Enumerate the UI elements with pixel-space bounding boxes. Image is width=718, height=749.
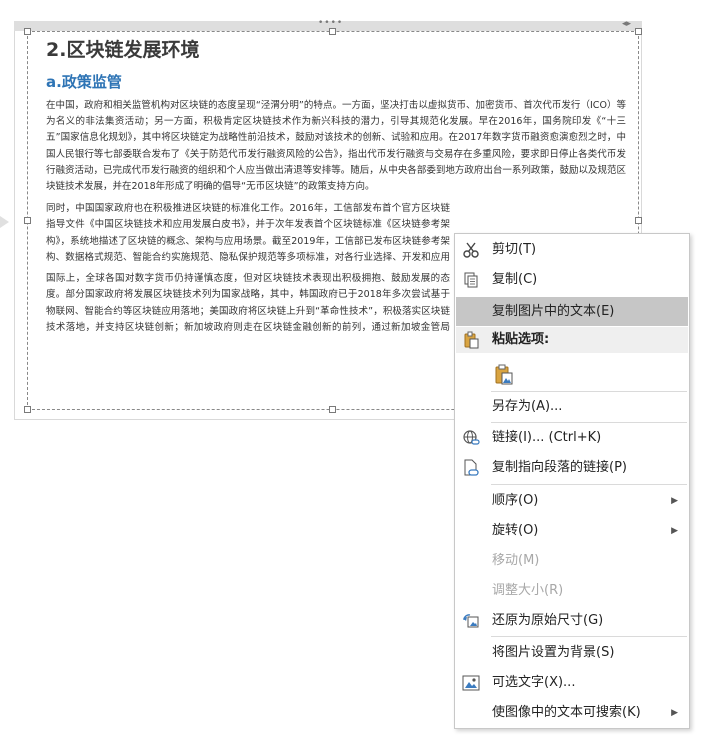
paragraph: 国际上，全球各国对数字货币仍持谨慎态度，但对区块链技术表现出积极拥抱、鼓励发展的…	[46, 273, 450, 333]
menu-item-label: 链接(I)... (Ctrl+K)	[492, 430, 602, 445]
menu-separator	[491, 422, 687, 423]
paragraph-link-icon	[462, 459, 480, 477]
menu-item-cut[interactable]: 剪切(T)	[456, 237, 688, 263]
paragraph: 在中国，政府和相关监管机构对区块链的态度呈现“泾渭分明”的特点。一方面，坚决打击…	[46, 100, 626, 193]
context-menu: 剪切(T) 复制(C) 复制图片中的文本(E) 粘贴选项: 另存为(A)... …	[454, 233, 690, 729]
scissors-icon	[462, 241, 480, 259]
menu-item-make-text-searchable[interactable]: 使图像中的文本可搜索(K) ▶	[456, 700, 688, 726]
menu-item-label: 移动(M)	[492, 553, 540, 568]
menu-separator	[491, 391, 687, 392]
submenu-arrow-icon: ▶	[671, 496, 678, 506]
resize-handle-top-right[interactable]	[635, 28, 642, 35]
menu-item-link[interactable]: 链接(I)... (Ctrl+K)	[456, 425, 688, 451]
resize-handle-middle-right[interactable]	[635, 217, 642, 224]
menu-item-label: 复制图片中的文本(E)	[492, 304, 615, 319]
menu-separator	[491, 484, 687, 485]
submenu-arrow-icon: ▶	[671, 526, 678, 536]
menu-item-label: 使图像中的文本可搜索(K)	[492, 705, 641, 720]
menu-item-label: 旋转(O)	[492, 523, 539, 538]
menu-item-copy[interactable]: 复制(C)	[456, 267, 688, 293]
resize-handle-bottom-left[interactable]	[24, 406, 31, 413]
resize-handle-top-center[interactable]	[329, 28, 336, 35]
menu-item-rotate[interactable]: 旋转(O) ▶	[456, 518, 688, 544]
menu-item-copy-text-from-picture[interactable]: 复制图片中的文本(E)	[456, 297, 688, 326]
menu-item-label: 调整大小(R)	[492, 583, 564, 598]
globe-link-icon	[462, 429, 480, 447]
submenu-arrow-icon: ▶	[671, 708, 678, 718]
section-heading: 2.区块链发展环境	[46, 39, 200, 61]
paste-icon	[462, 331, 480, 349]
menu-item-paste-picture[interactable]	[456, 358, 688, 390]
menu-item-label: 顺序(O)	[492, 493, 539, 508]
drag-handle-icon[interactable]: ••••	[318, 18, 343, 28]
subsection-heading: a.政策监管	[46, 73, 122, 91]
resize-handle-middle-left[interactable]	[24, 217, 31, 224]
side-tab-arrow-icon	[0, 216, 9, 228]
menu-separator	[491, 636, 687, 637]
menu-item-set-as-background[interactable]: 将图片设置为背景(S)	[456, 640, 688, 666]
menu-item-save-as[interactable]: 另存为(A)...	[456, 394, 688, 420]
menu-item-order[interactable]: 顺序(O) ▶	[456, 488, 688, 514]
paragraph: 同时，中国国家政府也在积极推进区块链的标准化工作。2016年，工信部发布首个官方…	[46, 203, 450, 263]
menu-item-label: 另存为(A)...	[492, 399, 563, 414]
menu-section-paste-options: 粘贴选项:	[456, 327, 688, 353]
menu-item-label: 复制指向段落的链接(P)	[492, 460, 627, 475]
menu-item-label: 粘贴选项:	[492, 332, 550, 347]
resize-handle-bottom-center[interactable]	[329, 406, 336, 413]
menu-item-reset-size[interactable]: 还原为原始尺寸(G)	[456, 608, 688, 634]
menu-item-alt-text[interactable]: 可选文字(X)...	[456, 670, 688, 696]
expand-arrows-icon[interactable]: ◂▸	[622, 19, 631, 29]
alt-text-icon	[462, 674, 480, 692]
menu-item-move: 移动(M)	[456, 548, 688, 574]
menu-item-copy-paragraph-link[interactable]: 复制指向段落的链接(P)	[456, 455, 688, 481]
menu-item-label: 可选文字(X)...	[492, 675, 576, 690]
reset-size-icon	[462, 612, 480, 630]
menu-item-label: 剪切(T)	[492, 242, 537, 257]
menu-item-label: 复制(C)	[492, 272, 538, 287]
resize-handle-top-left[interactable]	[24, 28, 31, 35]
paste-picture-icon	[494, 364, 513, 385]
menu-item-label: 还原为原始尺寸(G)	[492, 613, 604, 628]
menu-item-label: 将图片设置为背景(S)	[492, 645, 615, 660]
copy-icon	[462, 271, 480, 289]
menu-item-resize: 调整大小(R)	[456, 578, 688, 604]
